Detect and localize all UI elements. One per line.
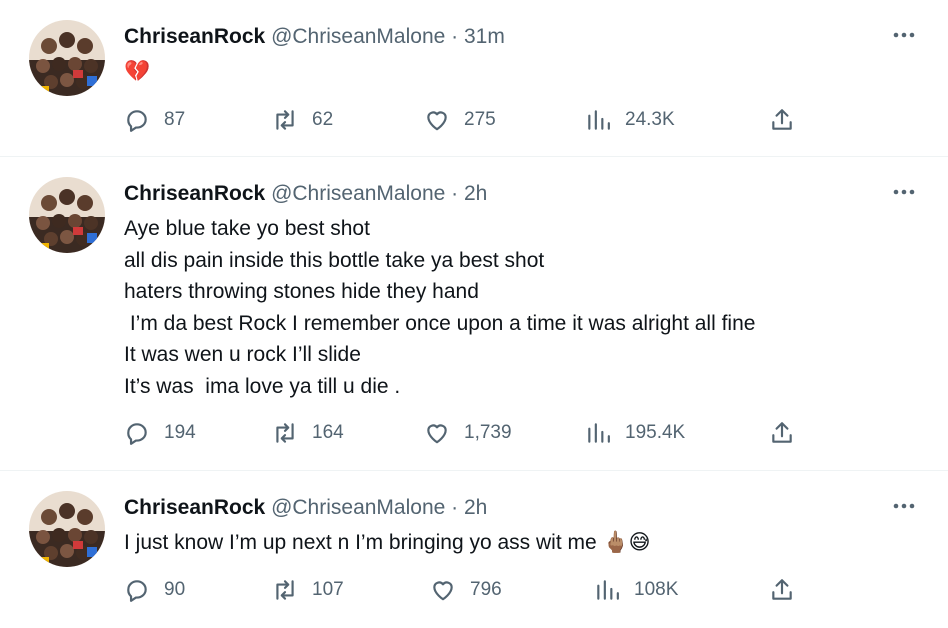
avatar-image: [29, 20, 105, 96]
like-count: 1,739: [464, 422, 512, 443]
retweet-button[interactable]: 62: [272, 107, 333, 133]
avatar[interactable]: [29, 177, 105, 253]
tweet[interactable]: ChriseanRock @ChriseanMalone · 2h Aye bl…: [0, 157, 948, 471]
user-handle[interactable]: @ChriseanMalone: [271, 182, 445, 205]
avatar-image: [29, 491, 105, 567]
tweet[interactable]: ChriseanRock @ChriseanMalone · 2h I just…: [0, 471, 948, 628]
display-name[interactable]: ChriseanRock: [124, 25, 265, 48]
tweet-text: I just know I’m up next n I’m bringing y…: [124, 531, 651, 554]
retweet-icon: [276, 580, 294, 600]
separator-dot: ·: [451, 25, 459, 48]
views-icon: [588, 110, 610, 130]
more-options-button[interactable]: [890, 21, 918, 49]
tweet-header: ChriseanRock @ChriseanMalone · 31m: [124, 24, 505, 50]
timestamp[interactable]: 2h: [464, 182, 487, 205]
reply-button[interactable]: 87: [124, 107, 185, 133]
reply-icon: [127, 110, 147, 132]
separator-dot: ·: [451, 496, 459, 519]
views-button[interactable]: 195.4K: [585, 420, 685, 446]
retweet-count: 62: [312, 109, 334, 130]
user-handle[interactable]: @ChriseanMalone: [271, 496, 445, 519]
like-count: 275: [464, 109, 496, 130]
reply-icon: [127, 423, 147, 445]
retweet-button[interactable]: 164: [272, 420, 344, 446]
view-count: 195.4K: [625, 422, 686, 443]
like-button[interactable]: 796: [430, 577, 502, 603]
view-count: 108K: [634, 579, 679, 600]
reply-icon: [127, 580, 147, 602]
view-count: 24.3K: [625, 109, 675, 130]
more-options-button[interactable]: [890, 178, 918, 206]
tweet-header: ChriseanRock @ChriseanMalone · 2h: [124, 495, 487, 521]
share-icon: [772, 579, 792, 600]
more-icon: [893, 503, 915, 509]
avatar[interactable]: [29, 20, 105, 96]
tweet[interactable]: ChriseanRock @ChriseanMalone · 31m 💔 87 …: [0, 0, 948, 157]
share-icon: [772, 109, 792, 130]
tweet-header: ChriseanRock @ChriseanMalone · 2h: [124, 181, 487, 207]
like-button[interactable]: 1,739: [424, 420, 512, 446]
reply-count: 194: [164, 422, 196, 443]
display-name[interactable]: ChriseanRock: [124, 182, 265, 205]
timestamp[interactable]: 2h: [464, 496, 487, 519]
tweet-actions: 87 62 275 24.3K: [0, 107, 948, 141]
views-button[interactable]: 24.3K: [585, 107, 675, 133]
retweet-count: 164: [312, 422, 344, 443]
like-count: 796: [470, 579, 502, 600]
retweet-icon: [276, 110, 294, 130]
views-icon: [597, 580, 619, 600]
like-icon: [433, 581, 453, 601]
share-button[interactable]: [769, 107, 795, 138]
retweet-button[interactable]: 107: [272, 577, 344, 603]
more-options-button[interactable]: [890, 492, 918, 520]
avatar-image: [29, 177, 105, 253]
tweet-actions: 194 164 1,739 195.4K: [0, 420, 948, 454]
reply-count: 90: [164, 579, 186, 600]
views-icon: [588, 423, 610, 443]
tweet-text: Aye blue take yo best shot all dis pain …: [124, 217, 756, 398]
retweet-count: 107: [312, 579, 344, 600]
like-icon: [427, 111, 447, 131]
like-icon: [427, 424, 447, 444]
user-handle[interactable]: @ChriseanMalone: [271, 25, 445, 48]
more-icon: [893, 32, 915, 38]
reply-button[interactable]: 90: [124, 577, 185, 603]
timestamp[interactable]: 31m: [464, 25, 505, 48]
separator-dot: ·: [451, 182, 459, 205]
tweet-actions: 90 107 796 108K: [0, 577, 948, 611]
share-button[interactable]: [769, 420, 795, 451]
retweet-icon: [276, 423, 294, 443]
more-icon: [893, 189, 915, 195]
share-button[interactable]: [769, 577, 795, 608]
avatar[interactable]: [29, 491, 105, 567]
display-name[interactable]: ChriseanRock: [124, 496, 265, 519]
like-button[interactable]: 275: [424, 107, 496, 133]
reply-count: 87: [164, 109, 186, 130]
share-icon: [772, 422, 792, 443]
tweet-feed: ChriseanRock @ChriseanMalone · 31m 💔 87 …: [0, 0, 948, 628]
tweet-text: 💔: [124, 60, 151, 83]
reply-button[interactable]: 194: [124, 420, 196, 446]
views-button[interactable]: 108K: [594, 577, 678, 603]
